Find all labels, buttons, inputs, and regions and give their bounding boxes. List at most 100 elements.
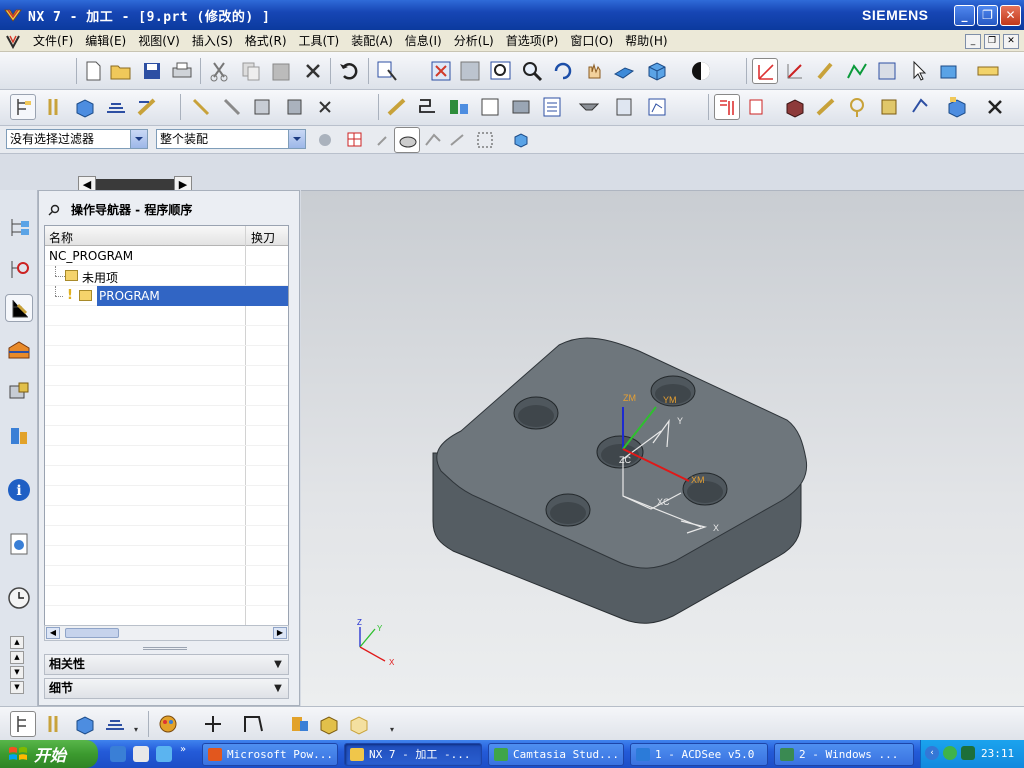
delete-icon[interactable] <box>300 58 326 84</box>
create-program-icon[interactable] <box>10 94 36 120</box>
media-icon[interactable] <box>156 746 172 762</box>
create-tool-icon[interactable] <box>42 94 68 120</box>
menu-preferences[interactable]: 首选项(P) <box>500 30 565 52</box>
chevron-up-icon[interactable]: ▲ <box>10 636 24 649</box>
pin-icon[interactable] <box>47 203 61 217</box>
chevron-down-icon[interactable]: ▼ <box>10 681 24 694</box>
menu-insert[interactable]: 插入(S) <box>186 30 239 52</box>
output-cls-icon[interactable] <box>644 94 670 120</box>
print-icon[interactable] <box>169 58 195 84</box>
copy-operation-icon[interactable] <box>219 94 245 120</box>
menu-analysis[interactable]: 分析(L) <box>448 30 500 52</box>
paste-inside-icon[interactable] <box>281 94 307 120</box>
column-toolchange-header[interactable]: 换刀 <box>251 229 275 246</box>
tree-horizontal-scrollbar[interactable]: ◀ ▶ <box>44 625 289 641</box>
history-clock-icon[interactable] <box>5 584 33 612</box>
menu-assemblies[interactable]: 装配(A) <box>345 30 399 52</box>
tool-icon[interactable] <box>813 58 839 84</box>
taskbar-item-acdsee[interactable]: 1 - ACDSee v5.0 <box>630 743 768 766</box>
program-order-view-icon[interactable] <box>714 94 740 120</box>
close-button[interactable]: ✕ <box>1000 5 1021 26</box>
transform-object-icon[interactable] <box>346 711 372 737</box>
measure-icon[interactable] <box>975 58 1001 84</box>
minimize-button[interactable]: _ <box>954 5 975 26</box>
csys-icon[interactable] <box>782 58 808 84</box>
menu-format[interactable]: 格式(R) <box>239 30 293 52</box>
menu-help[interactable]: 帮助(H) <box>619 30 673 52</box>
method-view-icon[interactable] <box>813 94 839 120</box>
taskbar-item-powerpoint[interactable]: Microsoft Pow... <box>202 743 338 766</box>
path-list-icon[interactable] <box>446 94 472 120</box>
constraint-navigator-icon[interactable] <box>5 256 33 284</box>
create-geometry-icon[interactable] <box>72 94 98 120</box>
assembly-navigator-icon[interactable] <box>5 214 33 242</box>
edit-object-icon[interactable] <box>374 58 400 84</box>
create-method-icon[interactable] <box>103 94 129 120</box>
tray-app-icon[interactable] <box>943 746 957 760</box>
chevron-down-icon[interactable]: ▼ <box>10 666 24 679</box>
doc-close-button[interactable]: ✕ <box>1003 34 1019 49</box>
machine-control-icon[interactable] <box>508 94 534 120</box>
create-method-icon[interactable] <box>102 711 128 737</box>
verify-path-icon[interactable] <box>477 94 503 120</box>
menu-window[interactable]: 窗口(O) <box>564 30 619 52</box>
network-icon[interactable] <box>961 746 975 760</box>
face-select-icon[interactable] <box>420 127 446 153</box>
geometry-view-icon[interactable] <box>782 94 808 120</box>
postprocess-icon[interactable] <box>576 94 602 120</box>
simulate-icon[interactable] <box>612 94 638 120</box>
graphics-window[interactable]: ZM YM XM ZC Y XC X Z Y X <box>301 190 1024 706</box>
snap-point-icon[interactable] <box>342 127 368 153</box>
copy-icon[interactable] <box>238 58 264 84</box>
doc-minimize-button[interactable]: _ <box>965 34 981 49</box>
filter-icon[interactable] <box>936 58 962 84</box>
scroll-left-icon[interactable]: ◀ <box>46 627 60 639</box>
tree-row-program[interactable]: ! PROGRAM <box>45 286 288 306</box>
open-icon[interactable] <box>108 58 134 84</box>
column-name-header[interactable]: 名称 <box>49 229 73 246</box>
machine-tool-navigator-icon[interactable] <box>5 336 33 364</box>
dependencies-section[interactable]: 相关性 ▼ <box>44 654 289 675</box>
create-tool-icon[interactable] <box>42 711 68 737</box>
shop-doc-icon[interactable] <box>539 94 565 120</box>
hd3d-tools-icon[interactable] <box>5 422 33 450</box>
zoom-window-icon[interactable] <box>488 58 514 84</box>
scroll-right-icon[interactable]: ▶ <box>273 627 287 639</box>
tool-holder-icon[interactable] <box>844 94 870 120</box>
create-program-icon[interactable] <box>10 711 36 737</box>
create-geometry-icon[interactable] <box>72 711 98 737</box>
info-icon[interactable]: i <box>5 476 33 504</box>
menu-view[interactable]: 视图(V) <box>132 30 186 52</box>
splitter-grip[interactable] <box>143 647 187 650</box>
zoom-icon[interactable] <box>457 58 483 84</box>
datum-icon[interactable] <box>286 711 312 737</box>
delete-operation-icon[interactable] <box>312 94 338 120</box>
web-browser-icon[interactable] <box>5 530 33 558</box>
quicklaunch-more-icon[interactable]: » <box>180 744 186 755</box>
ie-icon[interactable] <box>110 746 126 762</box>
menu-tools[interactable]: 工具(T) <box>293 30 346 52</box>
reuse-library-icon[interactable] <box>5 378 33 406</box>
block-icon[interactable] <box>316 711 342 737</box>
generate-path-icon[interactable] <box>384 94 410 120</box>
rectangle-select-icon[interactable] <box>472 127 498 153</box>
chevron-up-icon[interactable]: ▲ <box>10 651 24 664</box>
tray-expand-icon[interactable]: ‹ <box>925 746 939 760</box>
chevron-down-icon[interactable]: ▼ <box>270 657 286 672</box>
part-viewport[interactable]: ZM YM XM ZC Y XC X Z Y X <box>301 191 1024 707</box>
windows-start-button[interactable]: 开始 <box>0 740 98 768</box>
menu-edit[interactable]: 编辑(E) <box>79 30 132 52</box>
operation-navigator-icon[interactable] <box>5 294 33 322</box>
restore-button[interactable]: ❐ <box>977 5 998 26</box>
machine-tool-view-icon[interactable] <box>745 94 771 120</box>
menu-file[interactable]: 文件(F) <box>27 30 79 52</box>
scope-dropdown[interactable]: 整个装配 <box>156 129 306 149</box>
body-select-icon[interactable] <box>508 127 534 153</box>
path-icon[interactable] <box>844 58 870 84</box>
paste-icon[interactable] <box>268 58 294 84</box>
details-section[interactable]: 细节 ▼ <box>44 678 289 699</box>
fit-icon[interactable] <box>428 58 454 84</box>
selection-filter-dropdown[interactable]: 没有选择过滤器 <box>6 129 148 149</box>
shaded-view-icon[interactable] <box>644 58 670 84</box>
cut-operation-icon[interactable] <box>188 94 214 120</box>
